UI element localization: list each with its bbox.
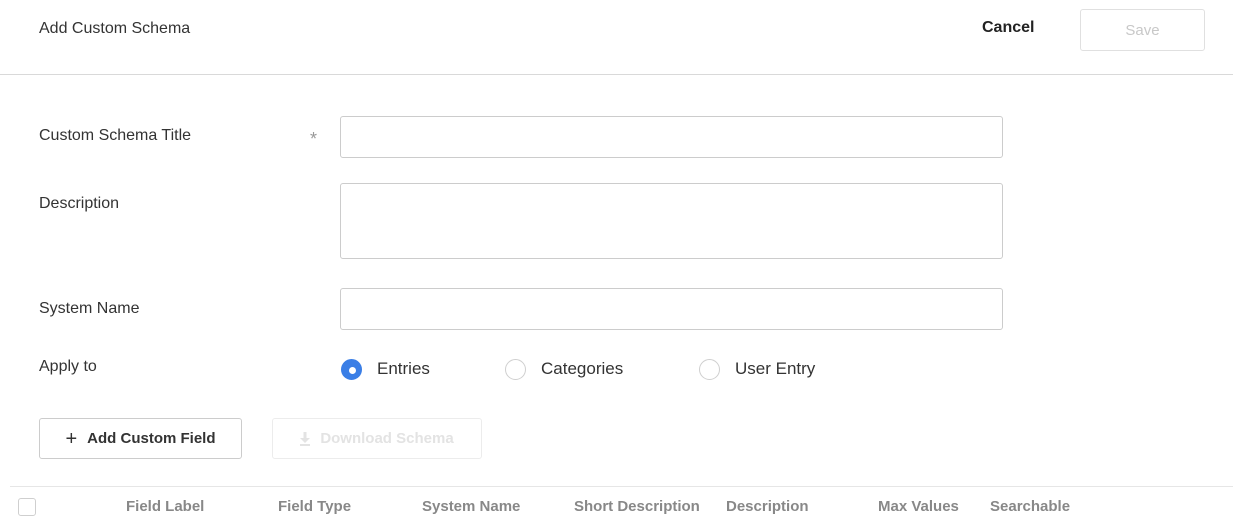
required-mark: * (310, 129, 318, 149)
custom-schema-title-label: Custom Schema Title (39, 127, 192, 144)
radio-checked-icon[interactable] (341, 358, 362, 380)
radio-label-entries: Entries (377, 359, 430, 378)
column-header-field-type[interactable]: Field Type (278, 498, 351, 515)
page-header: Add Custom Schema Cancel Save (0, 0, 1233, 75)
column-header-searchable[interactable]: Searchable (990, 498, 1070, 515)
plus-icon: + (65, 427, 78, 450)
download-icon (300, 431, 311, 446)
save-button[interactable]: Save (1080, 9, 1205, 51)
column-header-field-label[interactable]: Field Label (126, 498, 204, 515)
radio-label-user-entry: User Entry (735, 359, 816, 378)
divider (10, 486, 1233, 487)
radio-unchecked-icon[interactable] (505, 358, 526, 380)
radio-categories[interactable]: Categories (505, 357, 623, 381)
download-schema-label: Download Schema (320, 430, 454, 447)
add-custom-field-button[interactable]: + Add Custom Field (39, 418, 242, 459)
system-name-label: System Name (39, 300, 140, 317)
column-header-max-values[interactable]: Max Values (878, 498, 959, 515)
description-label: Description (39, 195, 120, 212)
column-header-system-name[interactable]: System Name (422, 498, 520, 515)
column-header-description[interactable]: Description (726, 498, 809, 515)
apply-to-label: Apply to (39, 358, 97, 375)
column-header-short-description[interactable]: Short Description (574, 498, 700, 515)
radio-user-entry[interactable]: User Entry (699, 357, 815, 381)
cancel-button[interactable]: Cancel (982, 19, 1034, 37)
radio-entries[interactable]: Entries (341, 357, 430, 381)
add-custom-field-label: Add Custom Field (87, 430, 216, 447)
download-schema-button[interactable]: Download Schema (272, 418, 482, 459)
description-input[interactable] (340, 183, 1003, 259)
radio-label-categories: Categories (541, 359, 624, 378)
radio-unchecked-icon[interactable] (699, 358, 720, 380)
system-name-input[interactable] (340, 288, 1003, 330)
select-all-checkbox[interactable] (18, 498, 36, 516)
custom-schema-title-input[interactable] (340, 116, 1003, 158)
fields-table-header: Field Label Field Type System Name Short… (0, 486, 1233, 523)
page-title: Add Custom Schema (39, 20, 191, 37)
